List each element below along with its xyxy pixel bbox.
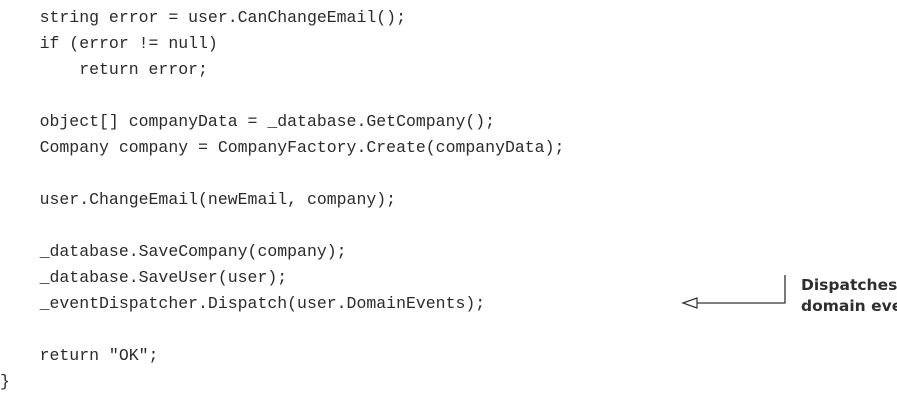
callout-connector (681, 275, 786, 309)
callout-line (697, 275, 786, 304)
annotation-line-2: domain events (801, 297, 897, 315)
callout-annotation: Dispatches user domain events (801, 275, 897, 317)
annotation-line-1: Dispatches user (801, 276, 897, 294)
callout-arrowhead-icon (681, 297, 698, 309)
